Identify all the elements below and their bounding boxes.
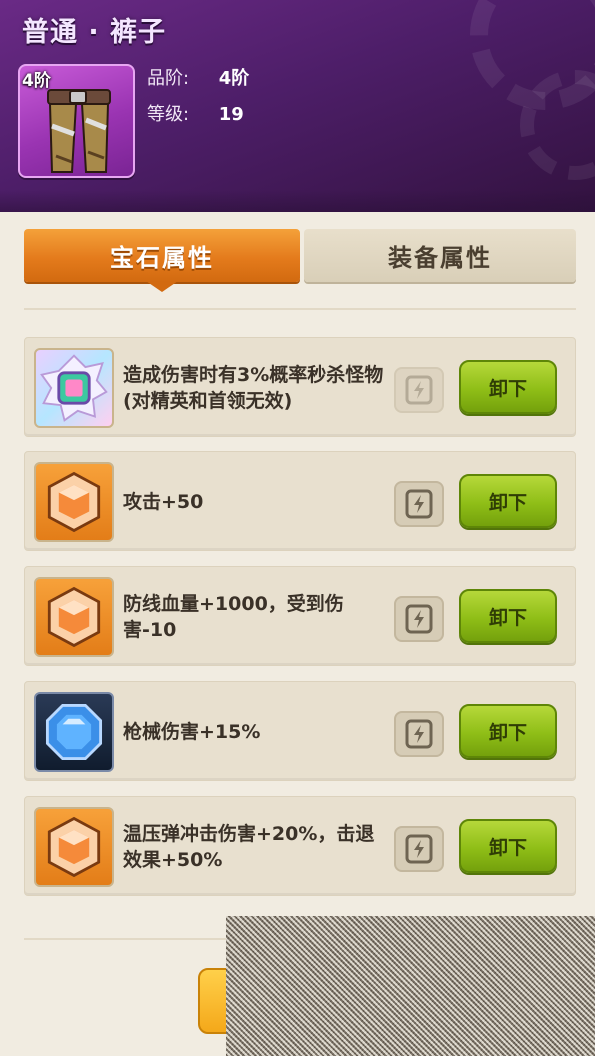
gem-row: 防线血量+1000，受到伤害-10 卸下 [24, 566, 576, 666]
lock-button[interactable] [394, 826, 444, 872]
unload-button[interactable]: 卸下 [459, 589, 557, 643]
tier-badge: 4阶 [22, 71, 51, 91]
lock-button[interactable] [394, 367, 444, 413]
lightning-icon [405, 489, 433, 519]
divider [24, 308, 576, 310]
tab-gem-attributes[interactable]: 宝石属性 [24, 229, 300, 292]
gem-row: 造成伤害时有3%概率秒杀怪物(对精英和首领无效) 卸下 [24, 337, 576, 437]
stat-tier-label: 品阶: [147, 68, 190, 89]
gem-description: 造成伤害时有3%概率秒杀怪物(对精英和首领无效) [123, 364, 384, 412]
gem-description: 攻击+50 [123, 491, 204, 513]
stat-level-value: 19 [218, 104, 244, 125]
item-icon[interactable]: 4阶 [18, 64, 135, 178]
lock-button[interactable] [394, 481, 444, 527]
lightning-icon [405, 834, 433, 864]
lightning-icon [405, 719, 433, 749]
gem-row: 攻击+50 卸下 [24, 451, 576, 551]
gem-row: 枪械伤害+15% 卸下 [24, 681, 576, 781]
obscured-region [226, 916, 595, 1056]
gem-row: 温压弹冲击伤害+20%，击退效果+50% 卸下 [24, 796, 576, 896]
stat-tier-value: 4阶 [218, 68, 250, 89]
lightning-icon [405, 375, 433, 405]
attribute-tabs: 宝石属性 装备属性 [24, 229, 576, 292]
unload-button[interactable]: 卸下 [459, 819, 557, 873]
gem-description: 枪械伤害+15% [123, 721, 261, 743]
gem-description: 防线血量+1000，受到伤害-10 [123, 593, 344, 641]
unload-button[interactable]: 卸下 [459, 474, 557, 528]
rainbow-gem-icon[interactable] [34, 348, 114, 428]
lightning-icon [405, 604, 433, 634]
item-title: 普通 · 裤子 [22, 17, 167, 48]
orange-gem-icon[interactable] [34, 462, 114, 542]
stat-tier: 品阶: 4阶 [147, 64, 249, 90]
gem-description: 温压弹冲击伤害+20%，击退效果+50% [123, 823, 375, 871]
stat-level-label: 等级: [147, 104, 190, 125]
item-header: 普通 · 裤子 4阶 品阶: 4阶 等级: 19 [0, 0, 595, 212]
lock-button[interactable] [394, 596, 444, 642]
orange-gem-icon[interactable] [34, 577, 114, 657]
blue-gem-icon[interactable] [34, 692, 114, 772]
tab-equipment-attributes[interactable]: 装备属性 [304, 229, 576, 282]
orange-gem-icon[interactable] [34, 807, 114, 887]
lock-button[interactable] [394, 711, 444, 757]
pants-icon [47, 89, 111, 173]
unload-button[interactable]: 卸下 [459, 704, 557, 758]
unload-button[interactable]: 卸下 [459, 360, 557, 414]
stat-level: 等级: 19 [147, 100, 244, 126]
